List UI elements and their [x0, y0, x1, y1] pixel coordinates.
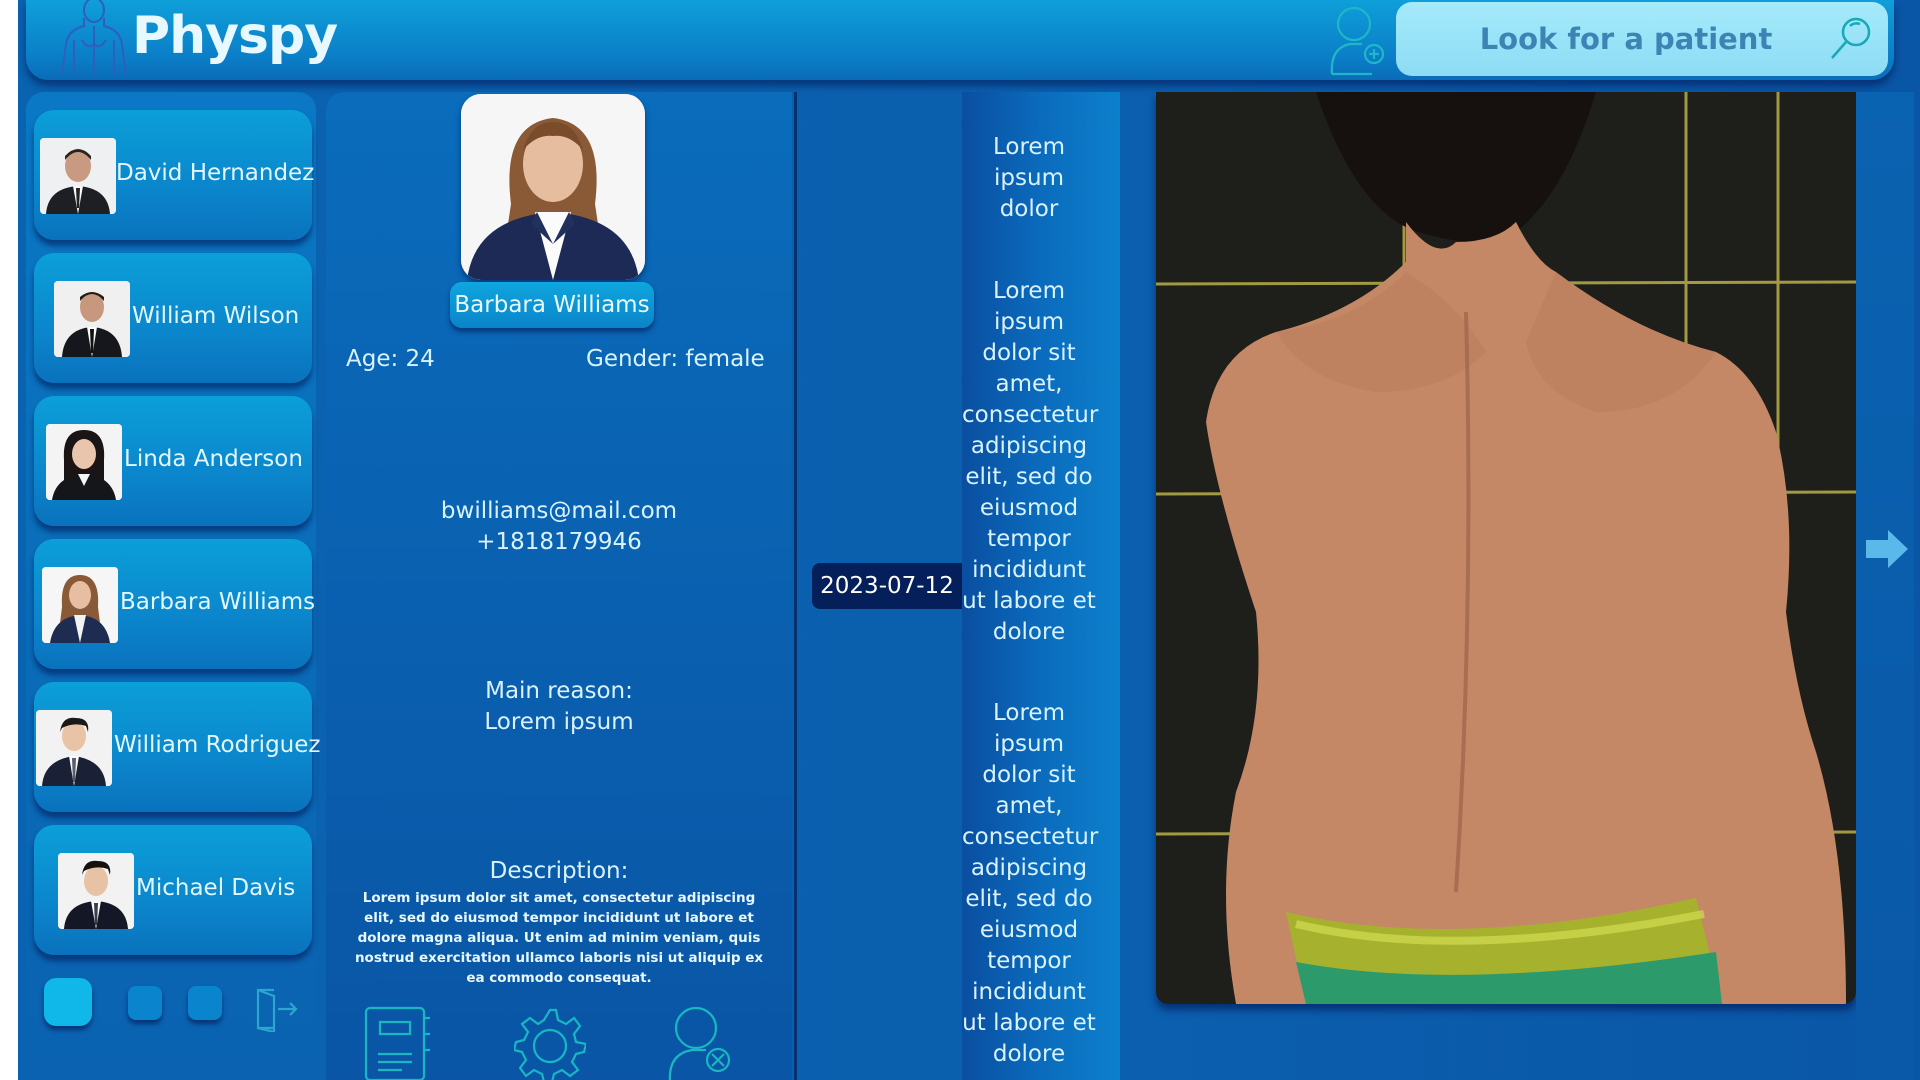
patient-details-panel: Barbara Williams Age: 24 Gender: female …	[326, 92, 792, 1080]
body-logo-icon	[61, 0, 127, 76]
patient-email: bwilliams@mail.com	[440, 498, 678, 524]
avatar	[58, 853, 134, 929]
patient-name: William Rodriguez	[114, 732, 321, 758]
posture-photo	[1156, 92, 1856, 1004]
avatar	[46, 424, 122, 500]
description-text: Lorem ipsum dolor sit amet, consectetur …	[354, 890, 764, 986]
logout-icon[interactable]	[254, 986, 300, 1032]
patient-sidebar: David Hernandez William Wilson Linda And…	[26, 92, 320, 1080]
search-icon[interactable]	[1828, 14, 1876, 62]
avatar	[36, 710, 112, 786]
search-box	[1396, 2, 1888, 76]
avatar	[42, 567, 118, 643]
search-input[interactable]	[1396, 2, 1816, 76]
next-arrow-icon[interactable]	[1864, 526, 1910, 572]
patient-name: William Wilson	[132, 303, 300, 329]
patient-name: Michael Davis	[136, 875, 296, 901]
patient-card-david-hernandez[interactable]: David Hernandez	[34, 110, 315, 240]
avatar	[54, 281, 130, 357]
patient-name: David Hernandez	[116, 160, 315, 186]
description-label: Description:	[489, 858, 629, 884]
patient-card-michael-davis[interactable]: Michael Davis	[34, 825, 312, 955]
app-title: Physpy	[132, 6, 338, 66]
timeline-note-3: Lorem ipsum dolor sit amet, consectetur …	[962, 700, 1099, 1067]
header-bar: Physpy	[26, 0, 1894, 80]
remove-patient-icon[interactable]	[666, 1004, 738, 1080]
patient-name-badge: Barbara Williams	[450, 282, 654, 328]
patient-photo	[461, 94, 645, 280]
main-reason-label: Main reason:	[485, 678, 633, 704]
panel-divider	[794, 92, 797, 1080]
page-dot-2[interactable]	[128, 986, 162, 1020]
session-date[interactable]: 2023-07-12	[812, 563, 962, 609]
notes-icon[interactable]	[362, 1004, 434, 1080]
right-strip	[1856, 92, 1914, 1080]
avatar	[40, 138, 116, 214]
timeline-panel: Lorem ipsum dolor Lorem ipsum dolor sit …	[962, 92, 1120, 1080]
settings-icon[interactable]	[514, 1004, 586, 1080]
patient-card-barbara-williams[interactable]: Barbara Williams	[34, 539, 316, 669]
page-dot-1[interactable]	[44, 978, 92, 1026]
main-reason-value: Lorem ipsum	[484, 709, 634, 735]
timeline-note-2: Lorem ipsum dolor sit amet, consectetur …	[962, 278, 1099, 645]
page-dot-3[interactable]	[188, 986, 222, 1020]
patient-card-william-wilson[interactable]: William Wilson	[34, 253, 312, 383]
patient-card-william-rodriguez[interactable]: William Rodriguez	[34, 682, 320, 812]
sidebar-footer	[26, 978, 316, 1048]
timeline-note-1: Lorem ipsum dolor	[993, 134, 1065, 222]
patient-name: Barbara Williams	[120, 589, 316, 615]
patient-name: Linda Anderson	[124, 446, 303, 472]
patient-gender: Gender: female	[586, 346, 765, 372]
patient-card-linda-anderson[interactable]: Linda Anderson	[34, 396, 312, 526]
add-patient-icon[interactable]	[1326, 2, 1388, 76]
patient-age: Age: 24	[346, 346, 435, 372]
patient-phone: +1818179946	[476, 529, 642, 555]
